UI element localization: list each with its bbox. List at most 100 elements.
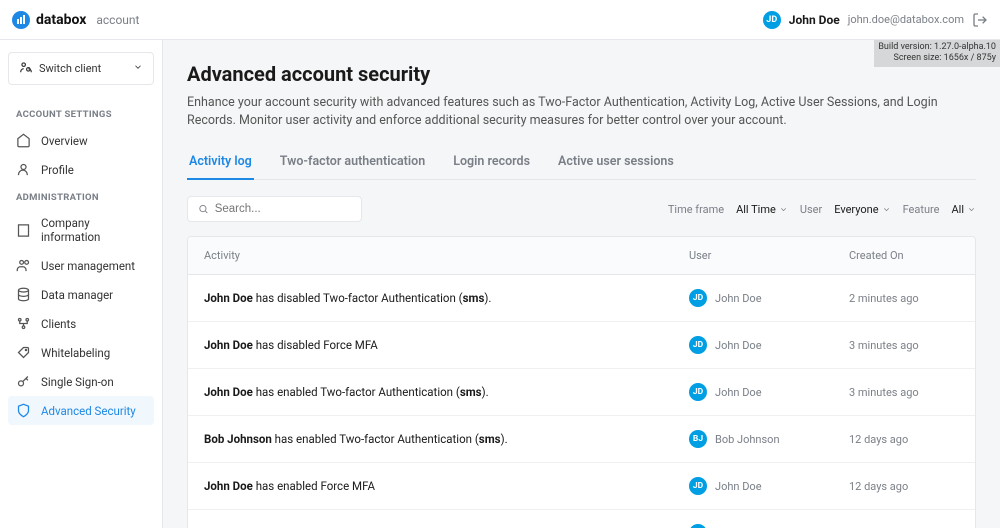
chevron-down-icon	[967, 205, 976, 214]
tab-two-factor-authentication[interactable]: Two-factor authentication	[278, 148, 427, 179]
build-version: Build version: 1.27.0-alpha.10	[878, 42, 996, 53]
controls-row: Time frame All Time User Everyone Featur…	[187, 196, 976, 222]
sidebar-item-label: Clients	[41, 317, 76, 331]
build-badge: Build version: 1.27.0-alpha.10 Screen si…	[874, 40, 1000, 67]
activity-cell: John Doe has disabled Force MFA	[204, 338, 689, 352]
sidebar-item-label: Overview	[41, 134, 88, 148]
filter-user-value[interactable]: Everyone	[834, 203, 890, 216]
table-row: John Doe has enabled Two-factor Authenti…	[188, 369, 975, 416]
sidebar-item-user-management[interactable]: User management	[8, 251, 154, 280]
sidebar-item-data-manager[interactable]: Data manager	[8, 280, 154, 309]
building-icon	[16, 223, 31, 238]
sidebar: Switch client ACCOUNT SETTINGS Overview …	[0, 40, 163, 528]
table-row: John Doe has disabled Force MFAJDJohn Do…	[188, 510, 975, 528]
logout-icon[interactable]	[972, 12, 988, 28]
search-icon	[198, 203, 209, 215]
user-cell: JD John Doe	[689, 289, 849, 307]
filters: Time frame All Time User Everyone Featur…	[668, 203, 976, 216]
avatar: JD	[689, 524, 707, 528]
screen-size: Screen size: 1656x / 875y	[878, 53, 996, 64]
sidebar-item-profile[interactable]: Profile	[8, 155, 154, 184]
profile-icon	[16, 162, 31, 177]
activity-cell: Bob Johnson has enabled Two-factor Authe…	[204, 432, 689, 446]
sidebar-item-label: Data manager	[41, 288, 113, 302]
avatar: JD	[689, 289, 707, 307]
sidebar-item-label: Profile	[41, 163, 74, 177]
switch-client-icon	[19, 60, 33, 77]
created-cell: 2 minutes ago	[849, 292, 959, 305]
sidebar-item-whitelabeling[interactable]: Whitelabeling	[8, 338, 154, 367]
topbar: databox account JD John Doe john.doe@dat…	[0, 0, 1000, 40]
clients-icon	[16, 316, 31, 331]
tab-activity-log[interactable]: Activity log	[187, 148, 254, 179]
chevron-down-icon	[882, 205, 891, 214]
table-header: Activity User Created On	[188, 237, 975, 275]
sidebar-item-label: User management	[41, 259, 135, 273]
filter-feature-label: Feature	[903, 203, 940, 216]
tabs: Activity log Two-factor authentication L…	[187, 148, 976, 180]
brand-logo-icon	[12, 11, 30, 29]
avatar: JD	[689, 383, 707, 401]
user-name-cell: John Doe	[715, 386, 762, 399]
table-row: John Doe has disabled Two-factor Authent…	[188, 275, 975, 322]
col-user: User	[689, 249, 849, 262]
activity-cell: John Doe has enabled Two-factor Authenti…	[204, 385, 689, 399]
user-cell: JD John Doe	[689, 383, 849, 401]
search-box[interactable]	[187, 196, 362, 222]
created-cell: 12 days ago	[849, 480, 959, 493]
user-cell: BJBob Johnson	[689, 430, 849, 448]
switch-client-dropdown[interactable]: Switch client	[8, 52, 154, 85]
user-name-cell: John Doe	[715, 292, 762, 305]
filter-timeframe-label: Time frame	[668, 203, 724, 216]
page-title: Advanced account security	[187, 62, 976, 86]
chevron-down-icon	[133, 62, 143, 75]
brand-sub: account	[96, 13, 139, 27]
col-activity: Activity	[204, 249, 689, 262]
user-email: john.doe@databox.com	[848, 13, 964, 26]
database-icon	[16, 287, 31, 302]
avatar: JD	[689, 336, 707, 354]
user-cell: JD John Doe	[689, 336, 849, 354]
col-created: Created On	[849, 249, 959, 262]
chevron-down-icon	[779, 205, 788, 214]
search-input[interactable]	[215, 203, 351, 215]
shield-icon	[16, 403, 31, 418]
main-content: Advanced account security Enhance your a…	[163, 40, 1000, 528]
activity-table: Activity User Created On John Doe has di…	[187, 236, 976, 528]
sidebar-item-advanced-security[interactable]: Advanced Security	[8, 396, 154, 425]
filter-timeframe-value[interactable]: All Time	[736, 203, 788, 216]
avatar: JD	[763, 11, 781, 29]
activity-cell: John Doe has enabled Force MFA	[204, 479, 689, 493]
sidebar-item-overview[interactable]: Overview	[8, 126, 154, 155]
table-row: John Doe has disabled Force MFAJD John Do…	[188, 322, 975, 369]
sidebar-item-single-sign-on[interactable]: Single Sign-on	[8, 367, 154, 396]
table-row: Bob Johnson has enabled Two-factor Authe…	[188, 416, 975, 463]
user-name-cell: John Doe	[715, 339, 762, 352]
activity-cell: John Doe has disabled Two-factor Authent…	[204, 291, 689, 305]
tab-login-records[interactable]: Login records	[451, 148, 532, 179]
sidebar-item-label: Single Sign-on	[41, 375, 114, 389]
section-account-settings: ACCOUNT SETTINGS	[8, 101, 154, 126]
user-cell: JDJohn Doe	[689, 477, 849, 495]
page-subhead: Enhance your account security with advan…	[187, 94, 976, 130]
brand-name: databox	[36, 12, 86, 28]
user-name-cell: John Doe	[715, 480, 762, 493]
filter-user-label: User	[800, 203, 822, 216]
key-icon	[16, 374, 31, 389]
topbar-user[interactable]: JD John Doe john.doe@databox.com	[763, 11, 988, 29]
switch-client-label: Switch client	[39, 62, 101, 75]
tab-active-user-sessions[interactable]: Active user sessions	[556, 148, 676, 179]
brand[interactable]: databox account	[12, 11, 139, 29]
sidebar-item-clients[interactable]: Clients	[8, 309, 154, 338]
user-cell: JDJohn Doe	[689, 524, 849, 528]
created-cell: 3 minutes ago	[849, 386, 959, 399]
created-cell: 12 days ago	[849, 433, 959, 446]
section-administration: ADMINISTRATION	[8, 184, 154, 209]
filter-feature-value[interactable]: All	[951, 203, 976, 216]
sidebar-item-label: Advanced Security	[41, 404, 136, 418]
table-row: John Doe has enabled Force MFAJDJohn Doe…	[188, 463, 975, 510]
sidebar-item-label: Whitelabeling	[41, 346, 110, 360]
tag-icon	[16, 345, 31, 360]
sidebar-item-company-information[interactable]: Company information	[8, 209, 154, 251]
users-icon	[16, 258, 31, 273]
